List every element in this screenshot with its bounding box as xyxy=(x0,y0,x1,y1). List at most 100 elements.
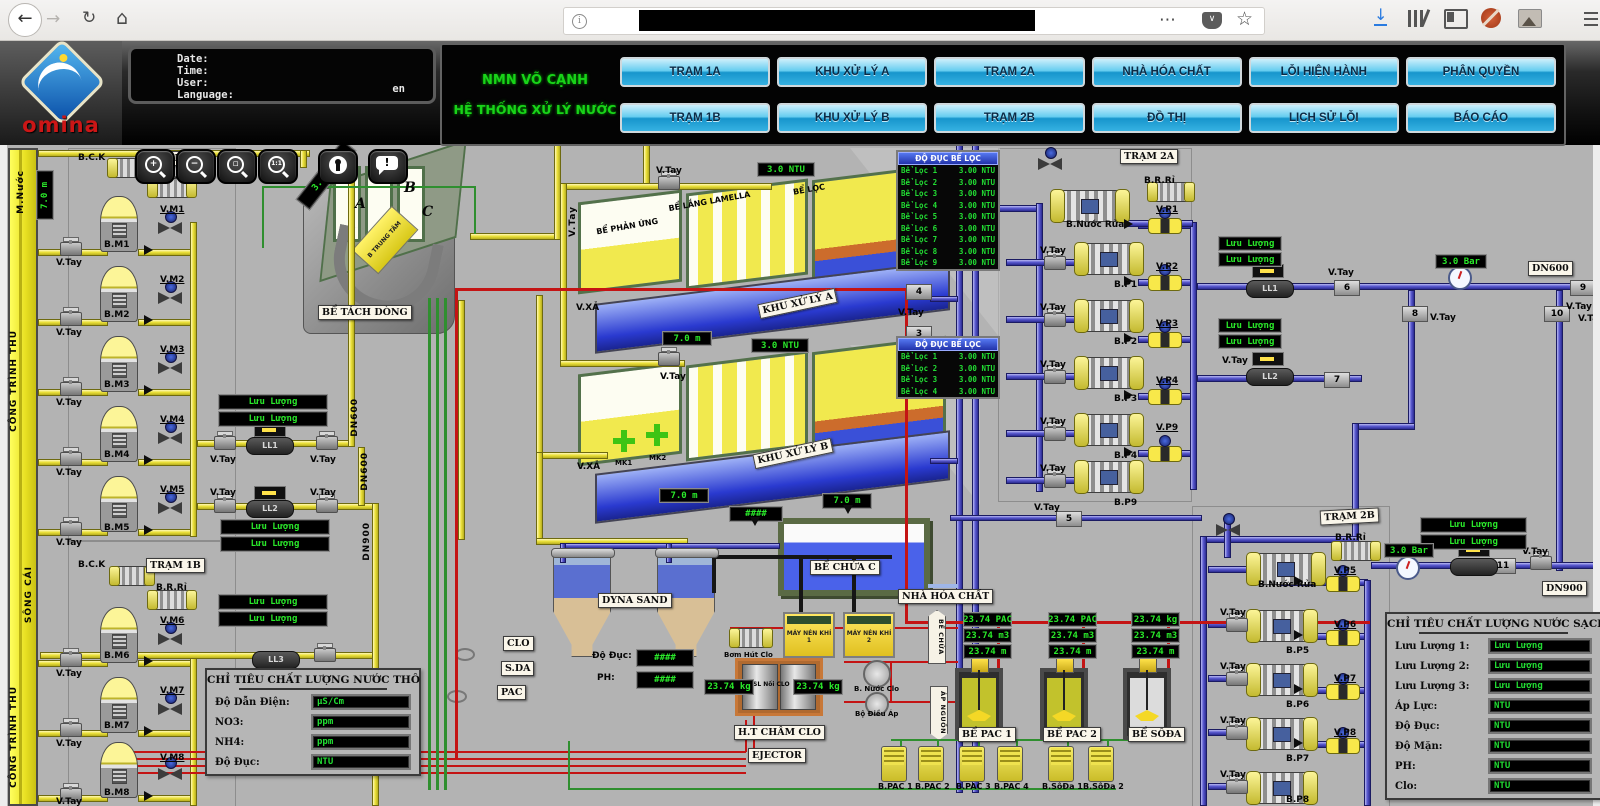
forward-icon[interactable]: → xyxy=(46,11,60,28)
hand-valve[interactable] xyxy=(60,447,82,466)
placard: PAC xyxy=(497,685,527,700)
pump-BP6[interactable] xyxy=(1246,663,1318,697)
hand-valve[interactable] xyxy=(1226,613,1248,632)
hand-valve[interactable] xyxy=(1044,251,1066,270)
numbered-valve-8[interactable]: 8 xyxy=(1402,306,1428,322)
nav-button-lịch-sử-lỗi[interactable]: LỊCH SỬ LỖI xyxy=(1248,103,1399,133)
nav-button-lỗi-hiện-hành[interactable]: LỖI HIỆN HÀNH xyxy=(1248,57,1399,87)
nav-button-trạm-2a[interactable]: TRẠM 2A xyxy=(934,57,1085,87)
valve-VP2[interactable] xyxy=(1148,275,1182,291)
pump-BPAC2[interactable] xyxy=(918,746,944,782)
nav-button-báo-cáo[interactable]: BÁO CÁO xyxy=(1405,103,1557,133)
zoom-actual-button[interactable]: 1:1 xyxy=(258,149,298,184)
hand-valve[interactable] xyxy=(658,171,680,190)
hand-valve[interactable] xyxy=(1044,365,1066,384)
valve-VP9[interactable] xyxy=(1148,446,1182,462)
nav-button-phân-quyền[interactable]: PHÂN QUYỀN xyxy=(1405,57,1557,87)
valve-VP7[interactable] xyxy=(1326,684,1360,700)
nav-button-nhà-hóa-chất[interactable]: NHÀ HÓA CHẤT xyxy=(1091,57,1242,87)
hand-valve[interactable] xyxy=(1226,721,1248,740)
download-icon[interactable]: ↓ xyxy=(1374,7,1388,26)
menu-icon[interactable] xyxy=(1584,12,1598,26)
zoom-region-button[interactable]: ▫ xyxy=(217,149,257,184)
pump-BSoDa1[interactable] xyxy=(1048,746,1074,782)
pump-BP2[interactable] xyxy=(1074,299,1144,333)
air-compressor[interactable]: MÁY NÉN KHÍ 1 xyxy=(783,612,835,658)
zoom-out-button[interactable]: − xyxy=(176,149,216,184)
hand-valve[interactable] xyxy=(658,347,680,366)
hand-valve[interactable] xyxy=(60,307,82,326)
zoom-in-button[interactable]: + xyxy=(135,149,175,184)
pump-BP5[interactable] xyxy=(1246,609,1318,643)
valve-2A-top-actuator xyxy=(1045,147,1057,159)
chlorine-water-pump[interactable] xyxy=(863,660,891,688)
hand-valve[interactable] xyxy=(1530,551,1552,570)
text-label: V.P9 xyxy=(1156,423,1179,433)
blocker-icon[interactable] xyxy=(1481,8,1501,28)
pump-BNuocRua-2A[interactable] xyxy=(1050,189,1130,223)
hand-valve[interactable] xyxy=(60,377,82,396)
pump-BP7[interactable] xyxy=(1246,717,1318,751)
info-icon[interactable]: i xyxy=(572,14,587,29)
text-label: V.Tay xyxy=(56,258,82,268)
nav-button-trạm-1b[interactable]: TRẠM 1B xyxy=(620,103,771,133)
pump-BRRi-1B[interactable] xyxy=(147,590,197,610)
reload-icon[interactable]: ↻ xyxy=(82,10,96,27)
pump-BomHutClo[interactable] xyxy=(729,628,773,648)
pocket-icon[interactable]: ∨ xyxy=(1202,12,1222,29)
numbered-valve-4[interactable]: 4 xyxy=(906,284,932,300)
hand-valve[interactable] xyxy=(1044,308,1066,327)
numbered-valve-5[interactable]: 5 xyxy=(1056,511,1082,527)
text-label: B.Nước Rửa xyxy=(1066,220,1125,230)
pump-BP4[interactable] xyxy=(1074,413,1144,447)
valve-VP1[interactable] xyxy=(1148,218,1182,234)
nav-button-khu-xử-lý-b[interactable]: KHU XỬ LÝ B xyxy=(777,103,928,133)
hand-valve[interactable] xyxy=(1226,775,1248,794)
hand-valve[interactable] xyxy=(60,237,82,256)
alarm-ack-button[interactable]: ! xyxy=(368,149,408,184)
hand-valve[interactable] xyxy=(60,648,82,667)
numbered-valve-6[interactable]: 6 xyxy=(1334,280,1360,296)
valve-VP4[interactable] xyxy=(1148,389,1182,405)
value-display: 23.74 kg xyxy=(1131,612,1180,627)
hand-valve[interactable] xyxy=(316,431,338,450)
air-compressor[interactable]: MÁY NÉN KHÍ 2 xyxy=(843,612,895,658)
url-bar[interactable]: i ⋯ ∨ ☆ xyxy=(563,7,1265,35)
home-icon[interactable]: ⌂ xyxy=(116,9,128,28)
valve-VP8[interactable] xyxy=(1326,738,1360,754)
quality-row: PH: NTU xyxy=(1395,758,1592,774)
login-button[interactable] xyxy=(318,149,358,184)
pipe-segment xyxy=(1364,580,1371,806)
hand-valve[interactable] xyxy=(1226,667,1248,686)
hand-valve[interactable] xyxy=(214,494,236,513)
hand-valve[interactable] xyxy=(60,718,82,737)
nav-button-khu-xử-lý-a[interactable]: KHU XỬ LÝ A xyxy=(777,57,928,87)
valve-VP6[interactable] xyxy=(1326,630,1360,646)
pump-BPAC1[interactable] xyxy=(881,746,907,782)
hand-valve[interactable] xyxy=(214,431,236,450)
page-actions-icon[interactable]: ⋯ xyxy=(1159,12,1176,29)
hand-valve[interactable] xyxy=(1044,422,1066,441)
pump-BPAC4[interactable] xyxy=(997,746,1023,782)
time-label: Time: xyxy=(177,65,209,77)
pump-BP9[interactable] xyxy=(1074,460,1144,494)
numbered-valve-7[interactable]: 7 xyxy=(1324,372,1350,388)
back-icon[interactable]: ← xyxy=(8,3,42,37)
pump-BRRi-2B[interactable] xyxy=(1331,541,1381,561)
pump-BP1[interactable] xyxy=(1074,242,1144,276)
pump-BP3[interactable] xyxy=(1074,356,1144,390)
pump-BPAC3[interactable] xyxy=(959,746,985,782)
hand-valve[interactable] xyxy=(316,494,338,513)
sidebar-icon[interactable] xyxy=(1444,9,1468,29)
screenshot-icon[interactable] xyxy=(1518,9,1542,28)
hand-valve[interactable] xyxy=(1044,469,1066,488)
nav-button-trạm-2b[interactable]: TRẠM 2B xyxy=(934,103,1085,133)
bookmark-star-icon[interactable]: ☆ xyxy=(1236,10,1253,29)
valve-VP5[interactable] xyxy=(1326,576,1360,592)
valve-VP3[interactable] xyxy=(1148,332,1182,348)
hand-valve[interactable] xyxy=(314,643,336,662)
pump-BSoDa2[interactable] xyxy=(1088,746,1114,782)
nav-button-trạm-1a[interactable]: TRẠM 1A xyxy=(620,57,771,87)
hand-valve[interactable] xyxy=(60,517,82,536)
nav-button-đồ-thị[interactable]: ĐỒ THỊ xyxy=(1091,103,1242,133)
